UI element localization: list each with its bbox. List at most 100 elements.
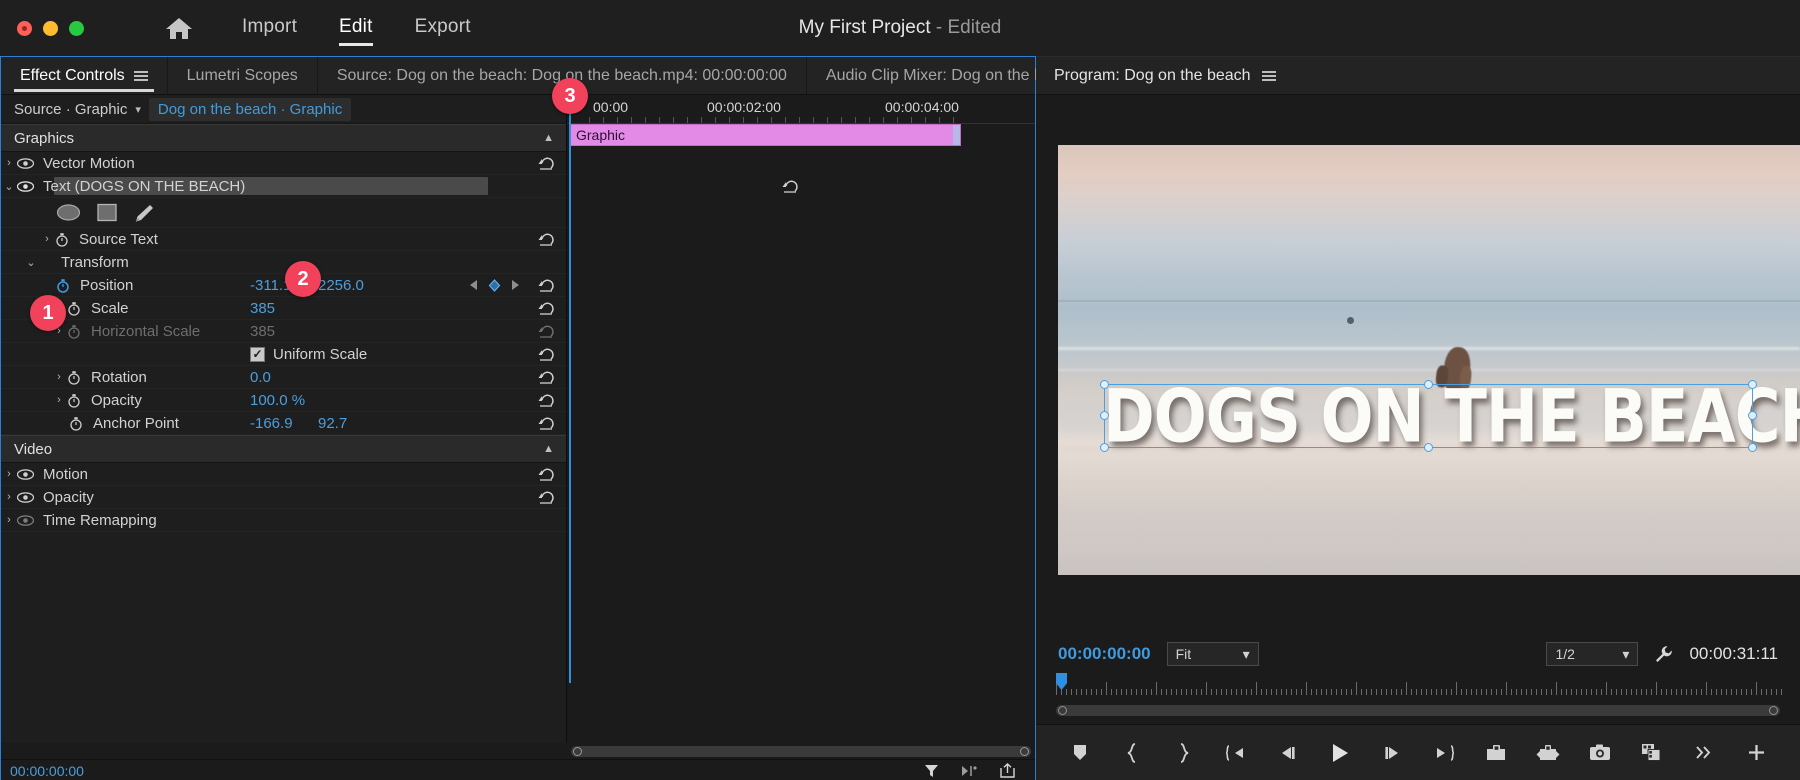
stopwatch-icon[interactable] [55,232,73,247]
selection-handle[interactable] [1424,380,1433,389]
program-monitor-scrubber[interactable] [1056,673,1780,699]
property-row-motion[interactable]: › Motion [1,463,566,486]
selection-handle[interactable] [1748,411,1757,420]
maximize-window-button[interactable] [69,21,84,36]
eye-toggle-icon[interactable] [17,492,43,503]
disclosure-arrow-icon[interactable]: › [39,233,55,245]
position-y-value[interactable]: 2256.0 [318,277,364,294]
disclosure-arrow-icon[interactable]: › [1,157,17,169]
ellipse-tool-icon[interactable] [56,203,81,222]
stopwatch-icon[interactable] [67,324,85,339]
disclosure-arrow-icon[interactable]: ⌄ [23,256,39,269]
program-monitor-zoom-scrollbar[interactable] [1056,701,1780,719]
selection-handle[interactable] [1100,443,1109,452]
next-keyframe-icon[interactable] [510,279,521,291]
home-icon[interactable] [164,15,194,41]
selection-handle[interactable] [1100,380,1109,389]
disclosure-arrow-icon[interactable]: › [1,491,17,503]
reset-parameter-icon[interactable] [538,278,555,293]
uniform-scale-checkbox[interactable]: ✓ [250,347,265,362]
wrench-icon[interactable] [1654,645,1673,664]
anchor-point-x-value[interactable]: -166.9 [250,415,318,432]
export-icon[interactable] [1000,763,1015,778]
stopwatch-icon[interactable] [67,393,85,408]
property-row-time-remapping[interactable]: › Time Remapping [1,509,566,532]
effect-controls-tab-bar[interactable]: Effect Controls Lumetri Scopes Source: D… [1,57,1035,95]
play-stop-icon[interactable] [1327,740,1353,766]
opacity-value[interactable]: 100.0 % [250,392,305,409]
property-row-vector-motion[interactable]: › Vector Motion [1,152,566,175]
reset-parameter-icon[interactable] [538,416,555,431]
zoom-handle-right[interactable] [1769,706,1778,715]
collapse-graphics-icon[interactable]: ▲ [543,132,554,144]
disclosure-arrow-icon[interactable]: › [1,468,17,480]
property-row-uniform-scale[interactable]: ✓ Uniform Scale [1,343,566,366]
rotation-value[interactable]: 0.0 [250,369,271,386]
reset-parameter-icon[interactable] [538,347,555,362]
reset-parameter-icon[interactable] [538,324,555,339]
disclosure-arrow-icon[interactable]: › [51,371,67,383]
property-row-position[interactable]: Position -311.1 2256.0 [1,274,566,297]
rectangle-tool-icon[interactable] [97,203,117,222]
menu-item-export[interactable]: Export [415,16,471,41]
timeline-playhead[interactable] [569,95,571,683]
disclosure-arrow-icon[interactable]: › [1,514,17,526]
pen-tool-icon[interactable] [133,203,154,223]
chevron-down-icon[interactable]: ▾ [135,103,141,116]
extract-icon[interactable] [1535,740,1561,766]
eye-toggle-icon[interactable] [17,181,43,192]
comparison-view-icon[interactable] [1639,740,1665,766]
effect-controls-horizontal-scrollbar[interactable] [1,743,1035,759]
playback-resolution-select[interactable]: 1/2 ▾ [1546,642,1638,666]
timeline-clip-graphic[interactable]: Graphic [569,124,961,146]
zoom-handle-left[interactable] [1058,706,1067,715]
clip-right-handle[interactable] [953,125,960,145]
previous-keyframe-icon[interactable] [468,279,479,291]
step-forward-icon[interactable] [1379,740,1405,766]
section-header-video[interactable]: Video ▲ [1,435,566,463]
disclosure-arrow-icon[interactable]: › [51,394,67,406]
selection-handle[interactable] [1748,380,1757,389]
footer-timecode[interactable]: 00:00:00:00 [1,763,84,779]
add-keyframe-icon[interactable] [488,279,501,292]
stopwatch-icon[interactable] [67,301,85,316]
keyframe-navigator[interactable] [468,279,521,292]
panel-menu-icon[interactable] [134,71,148,81]
menu-item-import[interactable]: Import [242,16,297,41]
menu-item-edit[interactable]: Edit [339,16,373,41]
disclosure-arrow-icon[interactable]: ⌄ [1,180,17,193]
main-menu[interactable]: Import Edit Export [242,16,471,41]
section-header-graphics[interactable]: Graphics ▲ [1,124,566,152]
reset-parameter-icon[interactable] [538,490,555,505]
export-frame-icon[interactable] [1587,740,1613,766]
graphic-tools-row[interactable] [1,198,566,228]
collapse-video-icon[interactable]: ▲ [543,443,554,455]
more-tools-icon[interactable] [1691,740,1717,766]
effect-controls-timeline[interactable]: ▸ 00:00 00:00:02:00 00:00:04:00 [566,95,1035,780]
filter-icon[interactable] [924,763,939,778]
eye-toggle-icon[interactable] [17,158,43,169]
selection-handle[interactable] [1748,443,1757,452]
eye-toggle-icon[interactable] [17,515,43,526]
video-preview[interactable]: DOGS ON THE BEACH [1058,145,1800,575]
stopwatch-icon[interactable] [69,416,87,431]
button-editor-icon[interactable] [1743,740,1769,766]
stopwatch-icon-active[interactable] [56,278,74,293]
eye-toggle-icon[interactable] [17,469,43,480]
close-window-button[interactable] [17,21,32,36]
chevron-down-icon[interactable]: ▾ [1243,646,1250,663]
add-marker-icon[interactable] [1067,740,1093,766]
property-row-scale[interactable]: › Scale 385 [1,297,566,320]
anchor-point-y-value[interactable]: 92.7 [318,415,347,432]
source-clip-row[interactable]: Source · Graphic ▾ Dog on the beach · Gr… [1,95,566,124]
property-row-text-layer[interactable]: ⌄ Text (DOGS ON THE BEACH) [1,175,566,198]
scrub-ruler[interactable] [1056,681,1780,695]
reset-parameter-icon[interactable] [538,301,555,316]
panel-menu-icon[interactable] [1262,71,1276,81]
program-monitor-transport-controls[interactable] [1036,724,1800,780]
mark-in-icon[interactable] [1119,740,1145,766]
keyframe-jump-icon[interactable] [961,764,978,778]
stopwatch-icon[interactable] [67,370,85,385]
selection-handle[interactable] [1424,443,1433,452]
reset-parameter-icon[interactable] [538,232,555,247]
